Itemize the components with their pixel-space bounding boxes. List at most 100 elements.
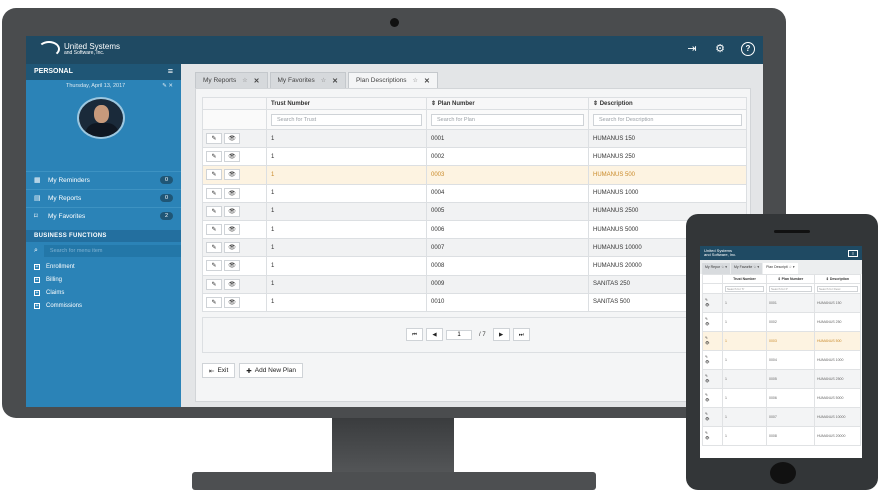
edit-icon[interactable]: ✎	[206, 205, 222, 217]
tab-my-favorites[interactable]: My Favorites ☆ ✕	[269, 72, 346, 88]
edit-icon[interactable]: ✎	[206, 242, 222, 254]
view-icon[interactable]: 👁	[224, 187, 240, 199]
page-number-input[interactable]: 1	[446, 329, 472, 340]
sidebar-item-favorites[interactable]: ⌑ My Favorites 2	[26, 207, 181, 224]
sidebar-item-reminders[interactable]: ▦ My Reminders 0	[26, 171, 181, 188]
mobile-table-row[interactable]: ✎ 👁 1 0006 HUMANUS 5000	[702, 388, 861, 408]
mobile-table-row[interactable]: ✎ 👁 1 0004 HUMANUS 1000	[702, 350, 861, 370]
star-icon[interactable]: ☆	[413, 77, 418, 84]
tab-my-reports[interactable]: My Reports ☆ ✕	[195, 72, 268, 88]
mobile-description-search-input[interactable]: Search for Desc	[817, 285, 858, 292]
table-row[interactable]: ✎ 👁 1 0009 SANITAS 250	[202, 274, 747, 294]
last-page-button[interactable]: ⏭	[512, 328, 530, 341]
mobile-table-row[interactable]: ✎ 👁 1 0003 HUMANUS 500	[702, 331, 861, 351]
mobile-trust-search-input[interactable]: Search for Tr	[725, 285, 764, 292]
close-icon[interactable]: ✕	[168, 83, 173, 89]
exit-button[interactable]: ⇤ Exit	[202, 363, 236, 378]
table-row[interactable]: ✎ 👁 1 0010 SANITAS 500	[202, 292, 747, 312]
view-icon[interactable]: 👁	[224, 133, 240, 145]
mobile-plan-table: Trust Number ⇕ Plan Number ⇕ Description…	[702, 274, 861, 446]
view-icon[interactable]: 👁	[705, 436, 720, 441]
edit-icon[interactable]: ✎	[206, 169, 222, 181]
close-tab-icon[interactable]: ✕	[424, 77, 430, 85]
table-row[interactable]: ✎ 👁 1 0005 HUMANUS 2500	[202, 201, 747, 221]
next-page-button[interactable]: ▶	[492, 328, 510, 341]
trust-search-input[interactable]: Search for Trust	[271, 113, 422, 126]
trust-number-header[interactable]: Trust Number	[266, 97, 427, 110]
edit-icon[interactable]: ✎	[206, 151, 222, 163]
add-new-plan-button[interactable]: ✚ Add New Plan	[239, 363, 303, 378]
view-icon[interactable]: 👁	[224, 224, 240, 236]
table-row[interactable]: ✎ 👁 1 0006 HUMANUS 5000	[202, 219, 747, 240]
tab-plan-descriptions[interactable]: Plan Descriptions ☆ ✕	[347, 72, 438, 88]
description-cell: HUMANUS 1000	[588, 183, 747, 203]
star-icon[interactable]: ☆	[321, 77, 326, 84]
mobile-tab-favorites[interactable]: My Favorite ☆ ▾	[731, 263, 763, 274]
mobile-tab-plan-descriptions[interactable]: Plan Descripti ☆ ▾	[763, 263, 798, 274]
sidebar-item-billing[interactable]: + Billing	[26, 273, 181, 286]
view-icon[interactable]: 👁	[705, 341, 720, 346]
close-tab-icon[interactable]: ✕	[254, 77, 260, 85]
sign-out-icon[interactable]: ⇥	[685, 42, 699, 56]
mobile-table-row[interactable]: ✎ 👁 1 0005 HUMANUS 2500	[702, 369, 861, 389]
close-tab-icon[interactable]: ✕	[332, 77, 338, 85]
prev-page-button[interactable]: ◀	[426, 328, 443, 341]
edit-icon[interactable]: ✎	[206, 133, 222, 145]
first-page-button[interactable]: ⏮	[406, 328, 423, 341]
plan-search-input[interactable]: Search for Plan	[431, 113, 584, 126]
sidebar-item-reports[interactable]: ▤ My Reports 0	[26, 189, 181, 206]
hamburger-menu-icon[interactable]: ≡	[168, 67, 173, 76]
edit-icon[interactable]: ✎	[206, 296, 222, 308]
edit-icon[interactable]: ✎	[206, 278, 222, 290]
plan-number-header[interactable]: ⇕ Plan Number	[426, 97, 589, 110]
description-header[interactable]: ⇕ Description	[588, 97, 747, 110]
mobile-plan-header[interactable]: ⇕ Plan Number	[766, 274, 815, 284]
table-row[interactable]: ✎ 👁 1 0001 HUMANUS 150	[202, 128, 747, 149]
table-row[interactable]: ✎ 👁 1 0002 HUMANUS 250	[202, 147, 747, 167]
table-row[interactable]: ✎ 👁 1 0008 HUMANUS 20000	[202, 256, 747, 276]
sidebar-item-claims[interactable]: + Claims	[26, 286, 181, 299]
mobile-menu-icon[interactable]: ≡	[848, 249, 858, 257]
help-icon[interactable]: ?	[741, 42, 755, 56]
home-button[interactable]	[770, 462, 796, 484]
table-row[interactable]: ✎ 👁 1 0004 HUMANUS 1000	[202, 183, 747, 203]
mobile-trust-header[interactable]: Trust Number	[722, 274, 767, 284]
view-icon[interactable]: 👁	[224, 169, 240, 181]
sidebar-item-enrollment[interactable]: + Enrollment	[26, 260, 181, 273]
table-row[interactable]: ✎ 👁 1 0003 HUMANUS 500	[202, 165, 747, 185]
favorites-count-badge: 2	[159, 212, 173, 220]
table-row[interactable]: ✎ 👁 1 0007 HUMANUS 10000	[202, 238, 747, 258]
view-icon[interactable]: 👁	[705, 360, 720, 365]
view-icon[interactable]: 👁	[705, 379, 720, 384]
view-icon[interactable]: 👁	[705, 417, 720, 422]
mobile-table-row[interactable]: ✎ 👁 1 0001 HUMANUS 150	[702, 293, 861, 313]
view-icon[interactable]: 👁	[224, 151, 240, 163]
mobile-plan-search-input[interactable]: Search for P	[769, 285, 812, 292]
view-icon[interactable]: 👁	[224, 296, 240, 308]
view-icon[interactable]: 👁	[224, 242, 240, 254]
menu-search-input[interactable]: Search for menu item	[43, 245, 181, 257]
view-icon[interactable]: 👁	[705, 303, 720, 308]
edit-icon[interactable]: ✎	[206, 187, 222, 199]
edit-icon[interactable]: ✎	[162, 83, 167, 89]
mobile-table-row[interactable]: ✎ 👁 1 0008 HUMANUS 20000	[702, 426, 861, 446]
edit-icon[interactable]: ✎	[206, 260, 222, 272]
star-icon[interactable]: ☆	[242, 77, 247, 84]
view-icon[interactable]: 👁	[224, 205, 240, 217]
mobile-brand-logo[interactable]: United Systems and Software, Inc.	[704, 249, 736, 257]
view-icon[interactable]: 👁	[705, 398, 720, 403]
mobile-table-row[interactable]: ✎ 👁 1 0002 HUMANUS 250	[702, 312, 861, 332]
gear-icon[interactable]: ⚙	[713, 42, 727, 56]
brand-logo[interactable]: United Systems and Software, Inc.	[38, 41, 120, 57]
mobile-table-row[interactable]: ✎ 👁 1 0007 HUMANUS 10000	[702, 407, 861, 427]
view-icon[interactable]: 👁	[224, 260, 240, 272]
sidebar-item-commissions[interactable]: + Commissions	[26, 299, 181, 312]
sort-icon: ⇕	[593, 101, 600, 107]
view-icon[interactable]: 👁	[224, 278, 240, 290]
view-icon[interactable]: 👁	[705, 322, 720, 327]
edit-icon[interactable]: ✎	[206, 224, 222, 236]
description-search-input[interactable]: Search for Description	[593, 113, 742, 126]
mobile-description-header[interactable]: ⇕ Description	[814, 274, 861, 284]
mobile-tab-reports[interactable]: My Repor ☆ ▾	[702, 263, 731, 274]
avatar[interactable]	[77, 97, 125, 139]
